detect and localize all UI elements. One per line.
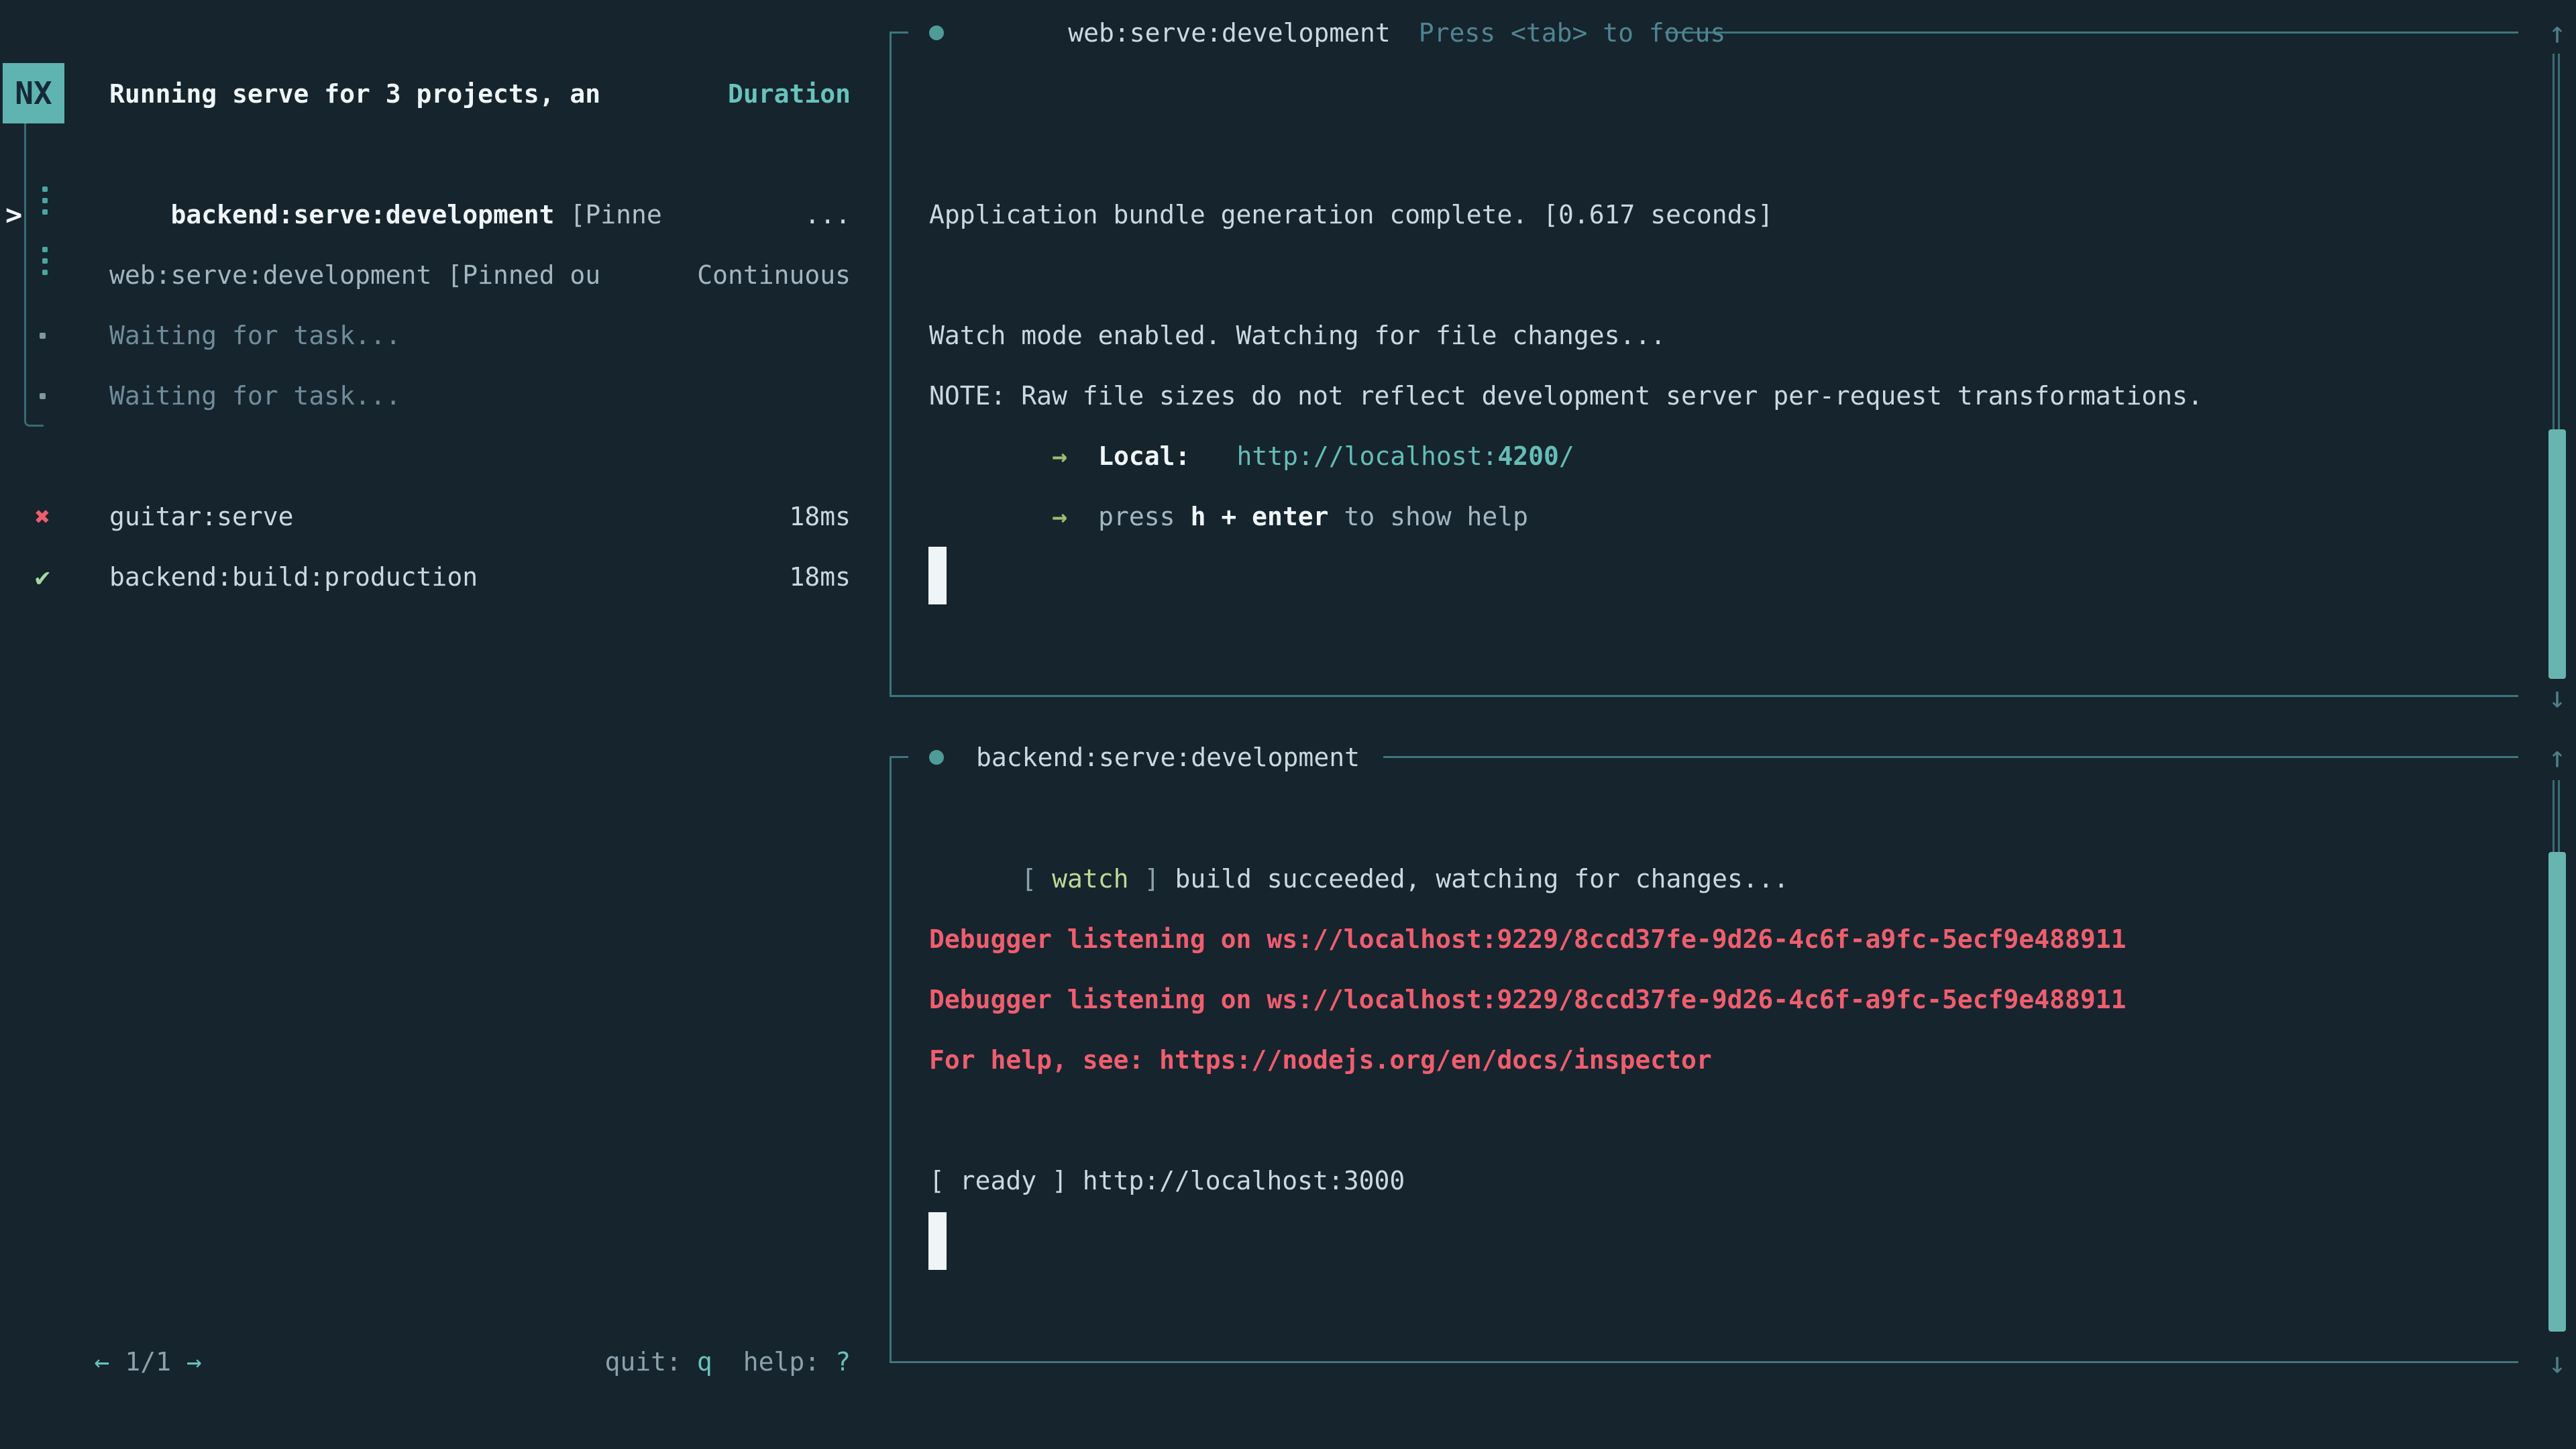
focus-hint: Press <tab> to focus xyxy=(1419,18,1726,48)
scroll-down-icon[interactable]: ↓ xyxy=(2548,1346,2567,1381)
scrollbar-track[interactable] xyxy=(2553,54,2555,429)
log-line-ready: [ ready ] http://localhost:3000 xyxy=(929,1168,1405,1193)
pane-title: web:serve:development xyxy=(1068,18,1390,48)
scroll-down-icon[interactable]: ↓ xyxy=(2548,681,2567,715)
duration-column-header: Duration xyxy=(0,81,851,107)
prompt-arrow-icon: → xyxy=(1052,502,1067,531)
task-running-bullet-icon xyxy=(929,750,944,765)
log-line-note: NOTE: Raw file sizes do not reflect deve… xyxy=(929,383,2203,409)
scrollbar-thumb[interactable] xyxy=(2548,852,2566,1332)
nx-tui-screen: NX Running serve for 3 projects, an Dura… xyxy=(0,0,2576,1449)
task-row-waiting-2[interactable]: Waiting for task... xyxy=(109,383,401,409)
log-line-debugger-1: Debugger listening on ws://localhost:922… xyxy=(929,926,2126,952)
press-keys: h + enter xyxy=(1191,502,1329,531)
task-duration: 18ms xyxy=(0,504,851,529)
scrollbar-thumb[interactable] xyxy=(2548,429,2566,679)
task-status-ellipsis: ... xyxy=(0,202,851,227)
bracket-close: ] xyxy=(1144,864,1160,894)
pane-border xyxy=(890,32,892,697)
pane-border xyxy=(890,756,892,1363)
press-prefix: press xyxy=(1098,502,1175,531)
scrollbar-track[interactable] xyxy=(2553,780,2555,852)
watch-message: build succeeded, watching for changes... xyxy=(1175,864,1788,894)
log-line-inspector-help: For help, see: https://nodejs.org/en/doc… xyxy=(929,1047,1712,1073)
task-duration: 18ms xyxy=(0,564,851,590)
log-line-build-succeeded: [ watch] build succeeded, watching for cha… xyxy=(929,841,1789,917)
local-url-port[interactable]: 4200 xyxy=(1497,441,1559,471)
pane-border xyxy=(890,756,908,758)
waiting-bullet-icon xyxy=(40,333,46,339)
terminal-cursor xyxy=(928,1212,947,1270)
log-line-bundle-complete: Application bundle generation complete. … xyxy=(929,202,1773,227)
help-key: ? xyxy=(835,1347,851,1377)
waiting-bullet-icon xyxy=(40,393,46,399)
pane-border xyxy=(890,1361,2518,1363)
pane-border xyxy=(1665,32,2518,34)
help-bar: quit: q help:? xyxy=(0,1324,851,1400)
task-row-waiting-1[interactable]: Waiting for task... xyxy=(109,323,401,348)
log-line-watch-mode: Watch mode enabled. Watching for file ch… xyxy=(929,323,1666,348)
pane-border xyxy=(890,32,908,34)
scroll-up-icon[interactable]: ↑ xyxy=(2548,16,2567,50)
press-suffix: to show help xyxy=(1344,502,1528,531)
local-url-slash[interactable]: / xyxy=(1559,441,1574,471)
quit-key: q xyxy=(697,1347,712,1377)
pane-header: web:serve:development Press <tab> to focu… xyxy=(976,0,1725,71)
help-label: help: xyxy=(743,1347,820,1377)
terminal-cursor xyxy=(928,547,947,604)
prompt-arrow-icon: → xyxy=(1052,441,1067,471)
log-line-debugger-2: Debugger listening on ws://localhost:922… xyxy=(929,987,2126,1012)
bracket-open: [ xyxy=(1021,864,1036,894)
task-status-continuous: Continuous xyxy=(0,262,851,288)
log-line-help-hint: → press h + enter to show help xyxy=(929,478,1528,555)
scrollbar-track[interactable] xyxy=(2558,54,2560,429)
scroll-up-icon[interactable]: ↑ xyxy=(2548,741,2567,775)
local-url[interactable]: http://localhost: xyxy=(1236,441,1497,471)
quit-label: quit: xyxy=(604,1347,681,1377)
local-label: Local: xyxy=(1098,441,1190,471)
task-running-bullet-icon xyxy=(929,25,944,40)
pane-border xyxy=(890,695,2518,697)
scrollbar-track[interactable] xyxy=(2558,780,2560,852)
watch-tag: watch xyxy=(1052,864,1128,894)
pane-border xyxy=(1383,756,2518,758)
pane-title: backend:serve:development xyxy=(976,745,1360,770)
